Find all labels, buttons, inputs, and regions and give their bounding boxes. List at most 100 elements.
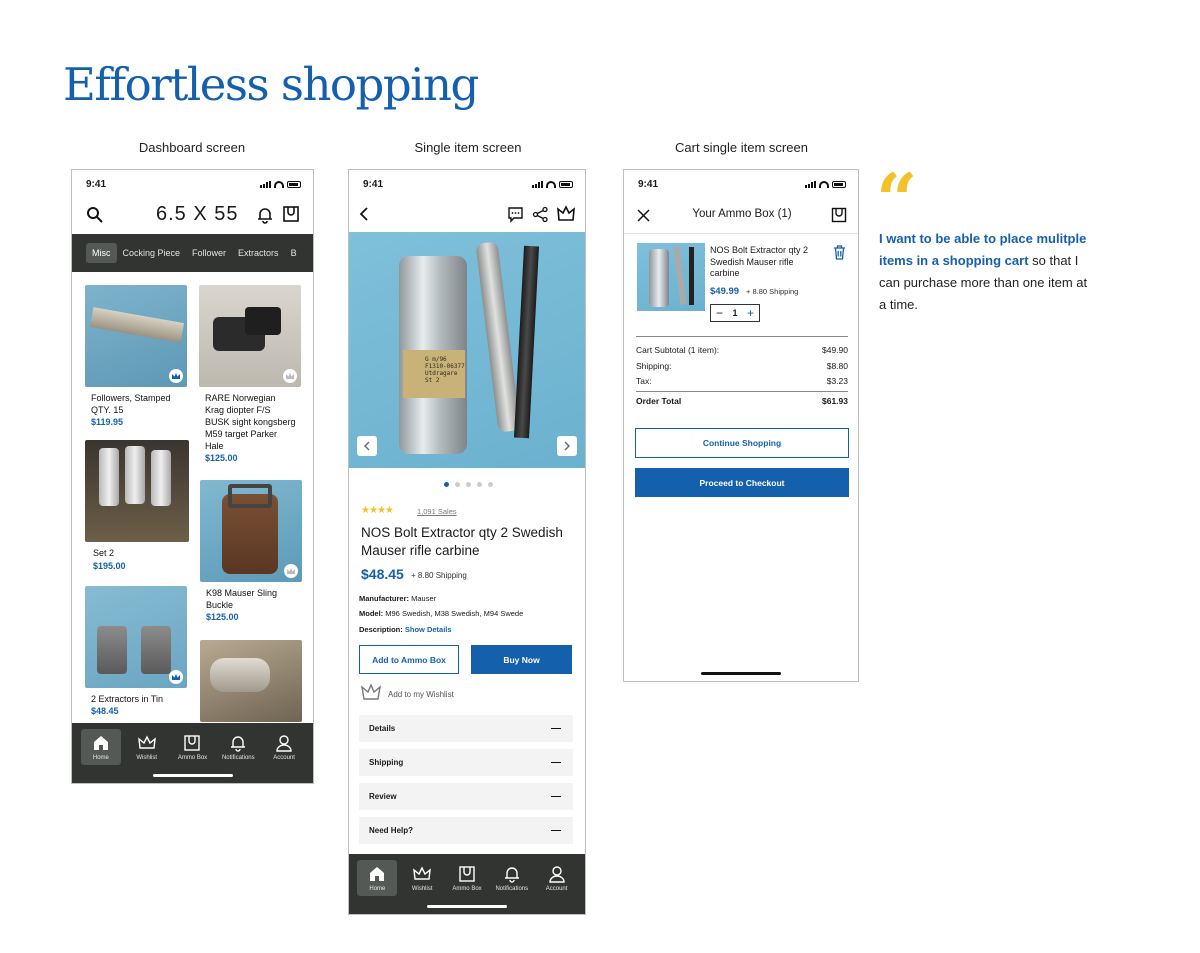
product-price: $48.45 [361,566,404,582]
product-image[interactable] [85,440,189,542]
continue-shopping-button[interactable]: Continue Shopping [635,428,849,458]
dashboard-phone: 9:41 6.5 X 55 Misc Cocking Piece Followe… [71,169,314,784]
nav-notifications[interactable]: Notifications [492,860,532,896]
nav-wishlist[interactable]: Wishlist [127,729,167,765]
star-icon: ★ [368,505,378,516]
collapse-icon [551,727,561,730]
model-value: M96 Swedish, M38 Swedish, M94 Swede [385,609,524,618]
wishlist-crown-icon[interactable] [169,369,183,383]
product-name[interactable]: 2 Extractors in Tin [91,693,187,705]
nav-ammo-box[interactable]: Ammo Box [447,860,487,896]
crown-icon[interactable] [360,682,382,702]
nav-account[interactable]: Account [537,860,577,896]
carousel-dot[interactable] [454,482,460,487]
product-image[interactable] [200,640,302,722]
accordion-need-help[interactable]: Need Help? [359,817,573,844]
nav-wishlist[interactable]: Wishlist [402,860,442,896]
proceed-to-checkout-button[interactable]: Proceed to Checkout [635,468,849,497]
search-icon[interactable] [86,206,104,224]
nav-label: Account [273,755,295,761]
subtotal-value: $49.90 [822,345,848,355]
share-icon[interactable] [532,206,549,223]
increment-button[interactable]: + [747,306,754,320]
bell-icon[interactable] [256,206,274,224]
add-to-wishlist-link[interactable]: Add to my Wishlist [388,690,454,699]
status-bar: 9:41 [72,170,313,198]
product-image[interactable] [199,285,301,387]
home-indicator [152,774,233,777]
accordion-details[interactable]: Details [359,715,573,742]
category-more[interactable]: B [285,243,303,263]
shipping-row: Shipping: $8.80 [636,361,848,371]
product-name[interactable]: Set 2 [93,547,183,559]
home-icon [370,867,385,881]
cart-item-name[interactable]: NOS Bolt Extractor qty 2 Swedish Mauser … [710,245,820,280]
category-follower[interactable]: Follower [186,243,232,263]
description-row: Description: Show Details [359,625,452,634]
accordion-label: Details [369,724,396,733]
cart-item-shipping: + 8.80 Shipping [746,287,799,296]
category-misc[interactable]: Misc [86,243,117,263]
sales-count[interactable]: 1,091 Sales [417,507,457,516]
subtotal-row: Cart Subtotal (1 item): $49.90 [636,345,848,355]
carousel-next-button[interactable] [557,436,577,456]
carousel-dot[interactable] [476,482,482,487]
product-image[interactable] [85,586,187,688]
nav-ammo-box[interactable]: Ammo Box [172,729,212,765]
product-image[interactable] [200,480,302,582]
tax-label: Tax: [636,376,652,386]
add-to-ammo-box-button[interactable]: Add to Ammo Box [359,645,459,674]
shipping-value: $8.80 [826,361,848,371]
nav-account[interactable]: Account [264,729,304,765]
carousel-dot[interactable] [443,482,449,487]
home-indicator [427,905,507,908]
app-logo: 6.5 X 55 [156,203,239,225]
user-story-quote: I want to be able to place mulitple item… [879,228,1094,316]
ammo-box-icon[interactable] [282,205,300,223]
dashboard-header: 6.5 X 55 [72,198,313,234]
manufacturer-value: Mauser [411,594,437,603]
model-row: Model: M96 Swedish, M38 Swedish, M94 Swe… [359,609,523,618]
message-icon[interactable] [507,206,524,223]
nav-label: Wishlist [136,755,158,761]
carousel-dot[interactable] [465,482,471,487]
manufacturer-label: Manufacturer: [359,594,410,603]
back-chevron-icon[interactable] [357,206,371,222]
quantity-value[interactable]: 1 [732,308,737,318]
product-image[interactable] [85,285,187,387]
collapse-icon [551,761,561,764]
category-extractors[interactable]: Extractors [232,243,285,263]
wishlist-crown-icon[interactable] [169,670,183,684]
accordion-review[interactable]: Review [359,783,573,810]
decrement-button[interactable]: − [716,306,723,320]
product-name[interactable]: K98 Mauser Sling Buckle [206,587,298,611]
wishlist-crown-icon[interactable] [284,564,298,578]
accordion-shipping[interactable]: Shipping [359,749,573,776]
nav-home[interactable]: Home [357,860,398,896]
product-name[interactable]: Followers, Stamped QTY. 15 [91,392,187,416]
product-hero-image[interactable]: G m/96 F1310-06377 Utdragare St 2 [349,232,585,468]
show-details-link[interactable]: Show Details [405,625,452,634]
accordion-label: Review [369,792,397,801]
nav-notifications[interactable]: Notifications [218,729,258,765]
star-icon: ★ [361,505,370,516]
quantity-stepper[interactable]: − 1 + [710,304,760,322]
cart-item-image[interactable] [637,243,705,311]
status-time: 9:41 [638,178,659,190]
nav-home[interactable]: Home [80,729,121,765]
home-icon [93,736,108,750]
wishlist-crown-icon[interactable] [283,369,297,383]
category-cocking-piece[interactable]: Cocking Piece [117,243,187,263]
collapse-icon [551,829,561,832]
carousel-dot[interactable] [487,482,493,487]
buy-now-button[interactable]: Buy Now [471,645,572,674]
nav-label: Notifications [221,755,255,761]
ammo-box-icon[interactable] [831,207,847,223]
wishlist-crown-icon[interactable] [556,204,576,223]
status-icons [260,180,301,188]
carousel-prev-button[interactable] [357,436,377,456]
product-name[interactable]: RARE Norwegian Krag diopter F/S BUSK sig… [205,392,297,452]
tax-row: Tax: $3.23 [636,376,848,386]
trash-icon[interactable] [833,245,846,260]
divider [636,336,848,337]
